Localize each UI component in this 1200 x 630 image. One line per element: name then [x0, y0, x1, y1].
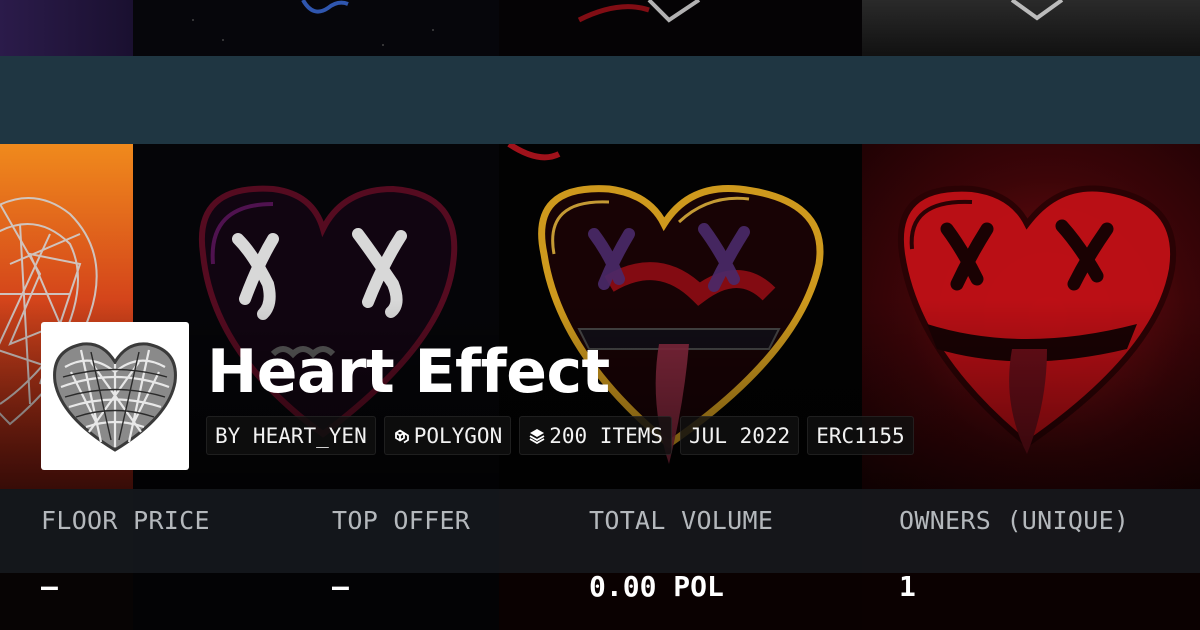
stat-owners-label: OWNERS (UNIQUE)	[899, 506, 1130, 535]
stat-owners: OWNERS (UNIQUE) 1	[899, 506, 1130, 603]
stat-top-offer-value: –	[332, 570, 349, 603]
items-count-chip: 200 ITEMS	[519, 416, 673, 455]
creator-label: BY HEART_YEN	[215, 423, 367, 448]
banner-tile-top-1	[0, 0, 133, 56]
created-date-chip: JUL 2022	[680, 416, 800, 455]
stat-total-volume: TOTAL VOLUME 0.00 POL	[589, 506, 774, 603]
token-standard-label: ERC1155	[816, 423, 905, 448]
chain-chip[interactable]: POLYGON	[383, 416, 512, 455]
chain-label: POLYGON	[413, 423, 503, 448]
banner-tile-top-2	[133, 0, 499, 56]
stat-owners-value: 1	[899, 570, 916, 603]
token-standard-chip: ERC1155	[807, 416, 914, 455]
stat-top-offer-label: TOP OFFER	[332, 506, 471, 535]
creator-chip[interactable]: BY HEART_YEN	[206, 416, 376, 455]
layers-stack-icon	[528, 427, 546, 445]
banner-tile-top-4	[862, 0, 1200, 56]
collection-meta-chips: BY HEART_YEN POLYGON 200 ITEMS JUL 2022 …	[206, 416, 914, 455]
stat-floor-price-value: –	[41, 570, 58, 603]
stat-top-offer: TOP OFFER –	[332, 506, 471, 603]
stat-total-volume-value: 0.00 POL	[589, 570, 724, 603]
stat-floor-price: FLOOR PRICE –	[41, 506, 210, 603]
stat-floor-price-label: FLOOR PRICE	[41, 506, 210, 535]
stat-total-volume-label: TOTAL VOLUME	[589, 506, 774, 535]
collection-avatar	[41, 322, 189, 470]
banner-band	[0, 56, 1200, 144]
banner-tile-top-3	[499, 0, 862, 56]
items-count-label: 200 ITEMS	[549, 423, 664, 448]
collection-stats-bar: FLOOR PRICE – TOP OFFER – TOTAL VOLUME 0…	[0, 489, 1200, 603]
collection-title: Heart Effect	[207, 337, 610, 407]
created-date-label: JUL 2022	[689, 423, 791, 448]
polygon-chain-icon	[393, 427, 411, 445]
